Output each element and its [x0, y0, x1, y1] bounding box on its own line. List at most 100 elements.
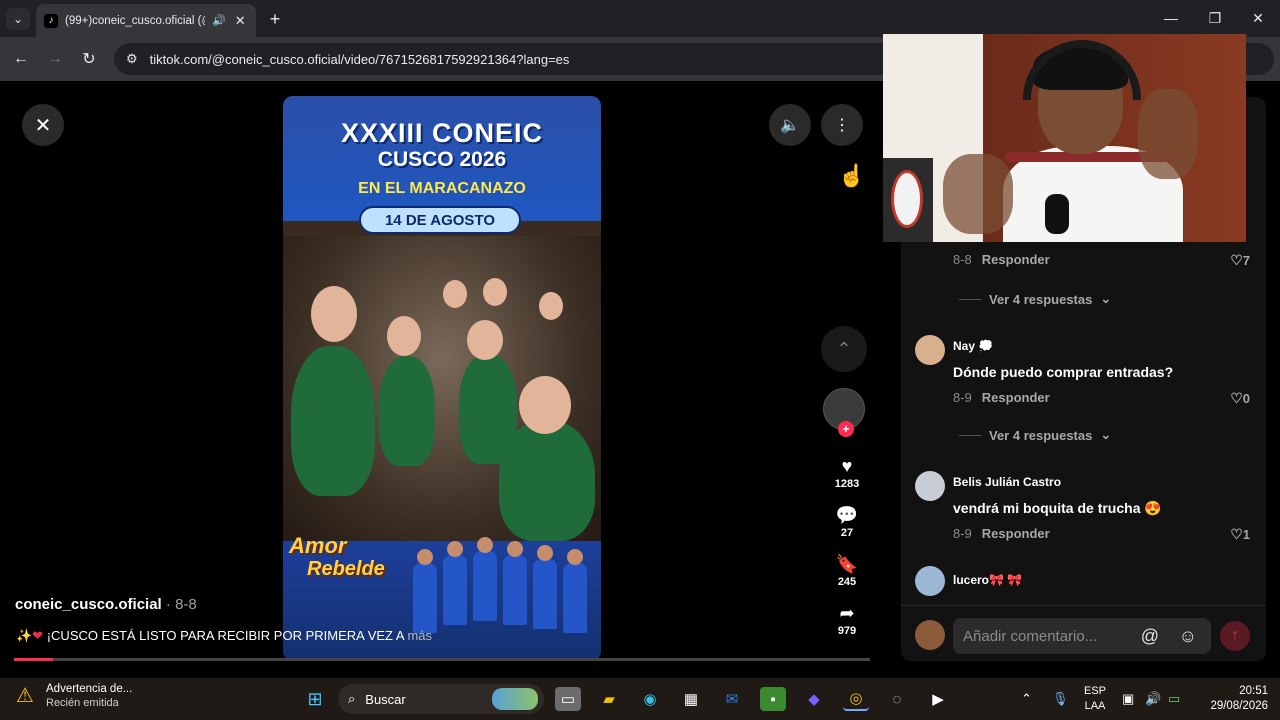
dancer [379, 356, 435, 466]
view-replies-label[interactable]: Ver 4 respuestas [989, 428, 1092, 443]
system-clock[interactable]: 20:51 29/08/2026 [1198, 684, 1268, 714]
comment-author[interactable]: Belis Julián Castro [953, 475, 1061, 489]
volume-icon[interactable]: 🔈 [769, 104, 811, 146]
my-avatar [915, 620, 945, 650]
tab-close-icon[interactable]: ✕ [235, 13, 246, 29]
restore-button[interactable]: ❐ [1200, 6, 1230, 30]
bookmark-icon[interactable]: 🔖 [821, 554, 873, 574]
post-date: · 8-8 [161, 596, 197, 613]
reply-link[interactable]: Responder [982, 252, 1050, 267]
battery-icon[interactable]: ▭ [1168, 678, 1180, 720]
dancer [291, 346, 375, 496]
comment-meta: 8-9 Responder [953, 390, 1050, 405]
mention-at-icon[interactable]: @ [1141, 618, 1159, 654]
search-highlight-image [492, 688, 538, 710]
heart-outline-icon[interactable]: ♡ [1230, 526, 1243, 542]
video-progress-bar[interactable] [14, 658, 870, 661]
band-logo-line1: Amor [289, 533, 347, 558]
show-hidden-icons[interactable]: ⌃ [1021, 678, 1032, 720]
band-member [503, 541, 527, 625]
microphone-icon[interactable]: 🎙 [1052, 678, 1069, 720]
comment-input[interactable]: Añadir comentario... @ ☺ [953, 618, 1211, 654]
url-text[interactable]: tiktok.com/@coneic_cusco.oficial/video/7… [150, 52, 570, 67]
site-settings-icon[interactable]: ⚙ [126, 51, 138, 67]
share-arrow-icon[interactable]: ➦ [821, 603, 873, 623]
media-player-icon[interactable]: ▶ [925, 687, 951, 711]
obs-icon[interactable]: ◌ [884, 687, 910, 711]
heart-outline-icon[interactable]: ♡ [1230, 252, 1243, 268]
comment-like[interactable]: ♡7 [1230, 252, 1250, 269]
windows-taskbar: ⚠ Advertencia de... Recién emitida ⊞ ⌕ B… [0, 678, 1280, 720]
store-icon[interactable]: ▦ [678, 687, 704, 711]
reload-icon[interactable]: ↻ [78, 48, 100, 70]
network-icon[interactable]: ▣ [1122, 678, 1134, 720]
more-options-icon[interactable]: ⋮ [821, 104, 863, 146]
file-explorer-icon[interactable]: ▰ [596, 687, 622, 711]
windows-start-icon[interactable]: ⊞ [302, 687, 328, 711]
band-logo-line2: Rebelde [307, 558, 385, 580]
mouse-cursor-icon: ☝ [838, 163, 866, 188]
close-window-button[interactable]: ✕ [1243, 6, 1273, 30]
task-view-icon[interactable]: ▭ [555, 687, 581, 711]
edge-icon[interactable]: ◉ [637, 687, 663, 711]
caption-more-link[interactable]: más [407, 628, 432, 643]
comment-like[interactable]: ♡1 [1230, 526, 1250, 543]
speaker-icon[interactable]: 🔊 [1145, 678, 1161, 720]
browser-tab[interactable]: ♪ (99+)coneic_cusco.oficial (@ 🔊 ✕ [36, 4, 256, 37]
author-line[interactable]: coneic_cusco.oficial · 8-8 [15, 596, 197, 613]
emoji-icon[interactable]: ☺ [1179, 618, 1197, 654]
previous-video-chevron-icon[interactable]: ⌃ [821, 326, 867, 372]
comment-avatar[interactable] [915, 566, 945, 596]
replies-divider [959, 298, 981, 300]
comment-meta: 8-8 Responder [953, 252, 1050, 267]
share-action[interactable]: ➦ 979 [821, 603, 873, 637]
taskbar-search[interactable]: ⌕ Buscar [338, 684, 544, 714]
comment-like[interactable]: ♡0 [1230, 390, 1250, 407]
chrome-icon[interactable]: ◎ [843, 687, 869, 711]
heart-icon[interactable]: ♥ [821, 456, 873, 476]
close-video-button[interactable]: ✕ [22, 104, 64, 146]
weather-title: Advertencia de... [46, 683, 133, 695]
mail-icon[interactable]: ✉ [719, 687, 745, 711]
forward-arrow-icon[interactable]: → [44, 48, 66, 70]
chevron-down-icon[interactable]: ⌄ [1100, 427, 1111, 443]
language-indicator[interactable]: ESP LAA [1078, 684, 1112, 714]
author-name[interactable]: coneic_cusco.oficial [15, 596, 162, 613]
game-app-icon[interactable]: ◆ [801, 687, 827, 711]
keyboard-layout: LAA [1084, 700, 1106, 712]
comment-author[interactable]: Nay 💭 [953, 339, 993, 353]
view-replies-label[interactable]: Ver 4 respuestas [989, 292, 1092, 307]
weather-widget[interactable]: ⚠ Advertencia de... Recién emitida [16, 683, 132, 709]
save-action[interactable]: 🔖 245 [821, 554, 873, 588]
tab-title: (99+)coneic_cusco.oficial (@ [65, 14, 205, 27]
browser-tab-bar: ⌄ ♪ (99+)coneic_cusco.oficial (@ 🔊 ✕ + —… [0, 0, 1280, 37]
view-replies-link[interactable]: Ver 4 respuestas ⌄ [959, 291, 1111, 307]
comment-bubble-icon[interactable]: 💬 [821, 505, 873, 525]
view-replies-link[interactable]: Ver 4 respuestas ⌄ [959, 427, 1111, 443]
video-player[interactable]: XXXIII CONEIC CUSCO 2026 EN EL MARACANAZ… [283, 96, 601, 661]
new-tab-button[interactable]: + [264, 8, 286, 30]
tab-search-chevron-icon[interactable]: ⌄ [6, 8, 30, 30]
send-comment-button[interactable]: ↑ [1220, 621, 1250, 651]
comment-action[interactable]: 💬 27 [821, 505, 873, 539]
like-action[interactable]: ♥ 1283 [821, 456, 873, 490]
reply-link[interactable]: Responder [982, 526, 1050, 541]
minimize-button[interactable]: — [1156, 6, 1186, 30]
back-arrow-icon[interactable]: ← [10, 48, 32, 70]
video-dancers-scene [283, 236, 601, 541]
comment-input-bar: Añadir comentario... @ ☺ ↑ [901, 605, 1266, 661]
chevron-down-icon[interactable]: ⌄ [1100, 291, 1111, 307]
save-count: 245 [837, 576, 857, 588]
minecraft-icon[interactable]: ▪ [760, 687, 786, 711]
reply-link[interactable]: Responder [982, 390, 1050, 405]
comment-avatar[interactable] [915, 335, 945, 365]
warning-icon: ⚠ [16, 685, 34, 707]
dancer-face [467, 320, 503, 360]
search-icon: ⌕ [348, 691, 356, 706]
tab-audio-icon[interactable]: 🔊 [212, 14, 226, 27]
comment-author[interactable]: lucero🎀 🎀 [953, 573, 1022, 587]
follow-plus-icon[interactable]: + [838, 421, 854, 437]
video-overlay-title: XXXIII CONEIC [340, 118, 544, 148]
comment-avatar[interactable] [915, 471, 945, 501]
heart-outline-icon[interactable]: ♡ [1230, 390, 1243, 406]
